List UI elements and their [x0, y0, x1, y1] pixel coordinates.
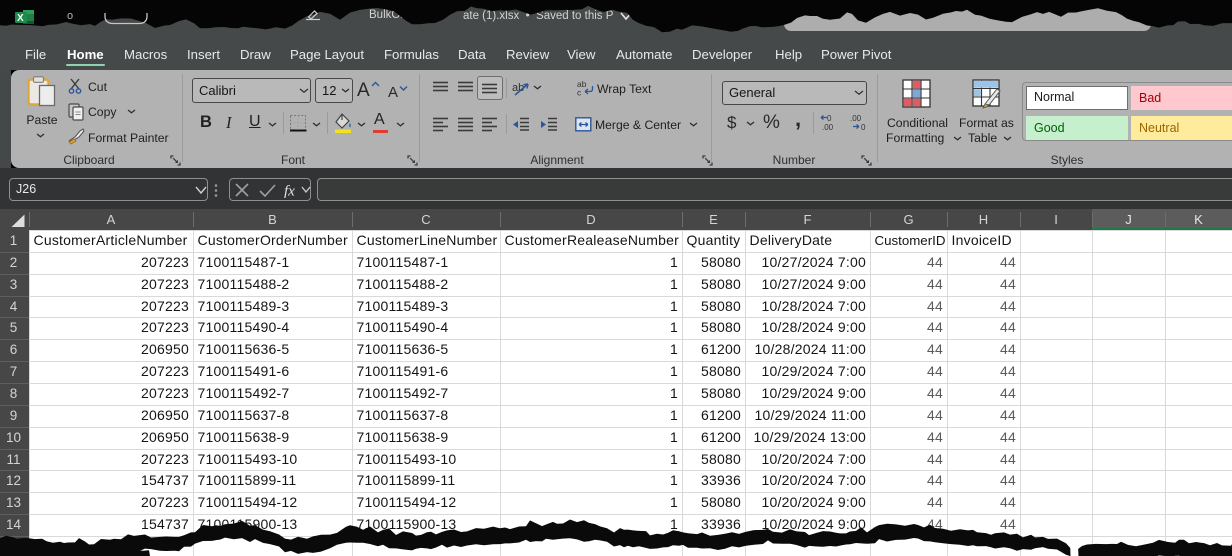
svg-text:X: X: [17, 13, 24, 24]
